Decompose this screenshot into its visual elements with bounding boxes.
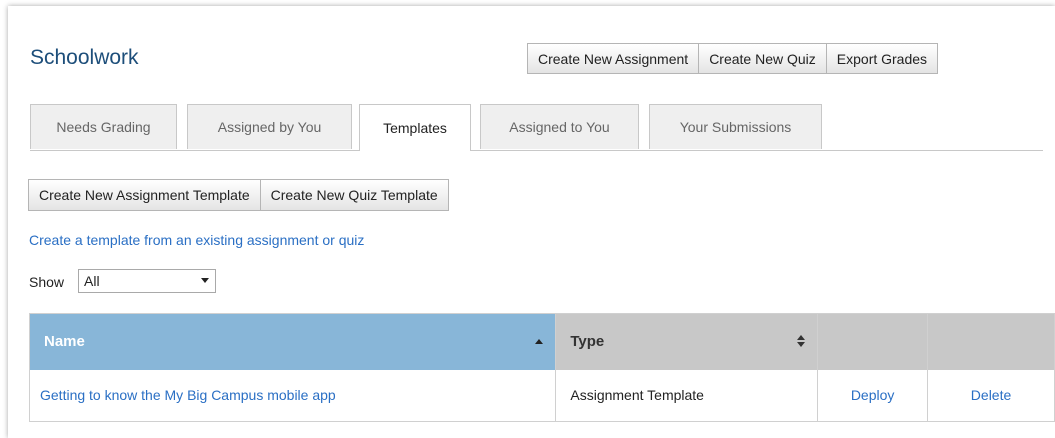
export-grades-button[interactable]: Export Grades [825,43,939,74]
create-template-from-existing-link[interactable]: Create a template from an existing assig… [29,232,364,248]
chevron-down-icon [201,278,209,283]
page-title: Schoolwork [30,46,139,69]
tab-assigned-by-you[interactable]: Assigned by You [187,104,352,149]
tab-your-submissions[interactable]: Your Submissions [649,104,822,149]
templates-table: Name Type Getting to know the My Big Cam… [29,313,1055,422]
template-toolbar: Create New Assignment Template Create Ne… [28,179,449,211]
tab-bar: Needs Grading Assigned by You Templates … [30,104,1043,151]
sort-ascending-icon [535,339,544,344]
deploy-link[interactable]: Deploy [817,369,929,422]
show-filter-value: All [84,273,100,289]
top-toolbar: Create New Assignment Create New Quiz Ex… [527,43,939,74]
tab-needs-grading[interactable]: Needs Grading [30,104,177,149]
tab-templates[interactable]: Templates [359,104,471,151]
sort-both-icon [797,335,806,347]
show-filter-select[interactable]: All [78,269,216,293]
create-new-quiz-button[interactable]: Create New Quiz [698,43,827,74]
column-header-type[interactable]: Type [555,313,819,370]
template-name-link[interactable]: Getting to know the My Big Campus mobile… [29,369,557,422]
column-header-name[interactable]: Name [29,313,557,370]
template-type: Assignment Template [555,369,819,422]
create-new-assignment-button[interactable]: Create New Assignment [527,43,700,74]
table-row: Getting to know the My Big Campus mobile… [29,369,1055,422]
column-header-deploy [817,313,929,370]
column-header-type-label: Type [570,333,605,351]
delete-link[interactable]: Delete [927,369,1055,422]
show-filter-label: Show [29,274,65,290]
column-header-delete [927,313,1055,370]
column-header-name-label: Name [44,333,85,351]
create-new-assignment-template-button[interactable]: Create New Assignment Template [28,179,261,211]
create-new-quiz-template-button[interactable]: Create New Quiz Template [259,179,449,211]
tab-assigned-to-you[interactable]: Assigned to You [480,104,639,149]
